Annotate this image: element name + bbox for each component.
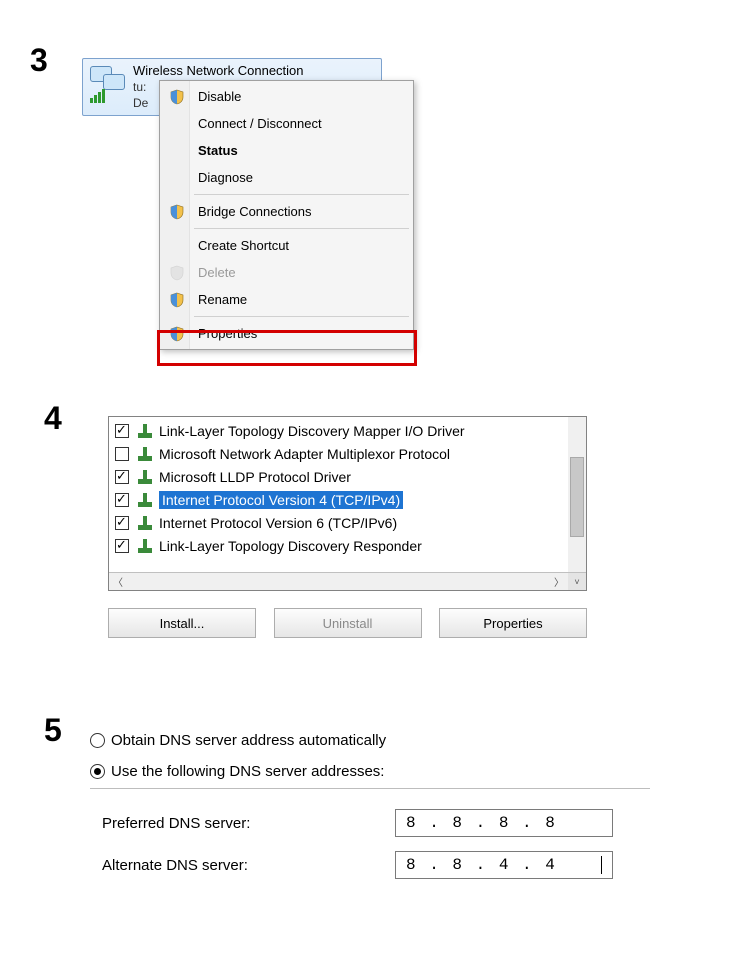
scroll-down-icon[interactable]: ˅: [568, 572, 586, 590]
menu-item-diagnose[interactable]: Diagnose: [162, 164, 411, 191]
menu-label: Create Shortcut: [198, 238, 289, 253]
shield-icon: [169, 265, 185, 281]
alternate-dns-input[interactable]: 8 . 8 . 4 . 4: [395, 851, 613, 879]
menu-label: Properties: [198, 326, 257, 341]
step-number-5: 5: [44, 712, 62, 749]
protocol-row[interactable]: Microsoft LLDP Protocol Driver: [109, 465, 586, 488]
menu-item-create-shortcut[interactable]: Create Shortcut: [162, 232, 411, 259]
menu-label: Disable: [198, 89, 241, 104]
vertical-scrollbar[interactable]: ˅: [568, 417, 586, 590]
protocol-checkbox[interactable]: [115, 539, 129, 553]
menu-label: Bridge Connections: [198, 204, 311, 219]
protocol-label: Microsoft Network Adapter Multiplexor Pr…: [159, 446, 450, 462]
protocol-icon: [137, 470, 153, 484]
shield-icon: [169, 326, 185, 342]
radio-use-following[interactable]: Use the following DNS server addresses:: [90, 763, 650, 780]
protocol-row[interactable]: Internet Protocol Version 4 (TCP/IPv4): [109, 488, 586, 511]
uninstall-button: Uninstall: [274, 608, 422, 638]
protocol-label: Microsoft LLDP Protocol Driver: [159, 469, 351, 485]
step-number-3: 3: [30, 42, 48, 79]
radio-label: Obtain DNS server address automatically: [111, 732, 386, 749]
protocol-label: Link-Layer Topology Discovery Mapper I/O…: [159, 423, 465, 439]
menu-item-status[interactable]: Status: [162, 137, 411, 164]
preferred-dns-label: Preferred DNS server:: [90, 815, 395, 832]
protocol-label: Link-Layer Topology Discovery Responder: [159, 538, 422, 554]
protocol-checkbox[interactable]: [115, 447, 129, 461]
shield-icon: [169, 292, 185, 308]
shield-icon: [169, 204, 185, 220]
menu-label: Rename: [198, 292, 247, 307]
menu-item-connect[interactable]: Connect / Disconnect: [162, 110, 411, 137]
protocol-checkbox[interactable]: [115, 470, 129, 484]
scroll-left-icon[interactable]: 〈: [109, 574, 127, 589]
protocol-icon: [137, 516, 153, 530]
connection-properties-panel: Link-Layer Topology Discovery Mapper I/O…: [78, 414, 643, 671]
protocols-listbox[interactable]: Link-Layer Topology Discovery Mapper I/O…: [108, 416, 587, 591]
protocol-checkbox[interactable]: [115, 493, 129, 507]
menu-separator: [194, 194, 409, 195]
protocol-checkbox[interactable]: [115, 424, 129, 438]
menu-label: Diagnose: [198, 170, 253, 185]
menu-separator: [194, 228, 409, 229]
protocol-label: Internet Protocol Version 4 (TCP/IPv4): [159, 491, 403, 509]
radio-label: Use the following DNS server addresses:: [111, 763, 384, 780]
menu-label: Delete: [198, 265, 236, 280]
menu-item-bridge[interactable]: Bridge Connections: [162, 198, 411, 225]
menu-separator: [194, 316, 409, 317]
protocol-row[interactable]: Link-Layer Topology Discovery Mapper I/O…: [109, 419, 586, 442]
horizontal-scrollbar[interactable]: 〈〉: [109, 572, 568, 590]
shield-icon: [169, 89, 185, 105]
menu-item-properties[interactable]: Properties: [162, 320, 411, 347]
protocol-icon: [137, 424, 153, 438]
protocol-row[interactable]: Microsoft Network Adapter Multiplexor Pr…: [109, 442, 586, 465]
protocol-icon: [137, 447, 153, 461]
radio-obtain-auto[interactable]: Obtain DNS server address automatically: [90, 732, 650, 749]
protocol-label: Internet Protocol Version 6 (TCP/IPv6): [159, 515, 397, 531]
menu-label: Connect / Disconnect: [198, 116, 322, 131]
context-menu: Disable Connect / Disconnect Status Diag…: [159, 80, 414, 350]
protocol-icon: [137, 493, 153, 507]
scrollbar-thumb[interactable]: [570, 457, 584, 537]
properties-button[interactable]: Properties: [439, 608, 587, 638]
adapter-title: Wireless Network Connection: [133, 63, 304, 79]
step-number-4: 4: [44, 400, 62, 437]
protocol-icon: [137, 539, 153, 553]
protocol-row[interactable]: Internet Protocol Version 6 (TCP/IPv6): [109, 511, 586, 534]
scroll-right-icon[interactable]: 〉: [550, 574, 568, 589]
menu-label: Status: [198, 143, 238, 158]
alternate-dns-label: Alternate DNS server:: [90, 857, 395, 874]
network-adapter-icon: [87, 63, 129, 105]
install-button[interactable]: Install...: [108, 608, 256, 638]
preferred-dns-input[interactable]: 8 . 8 . 8 . 8: [395, 809, 613, 837]
protocol-row[interactable]: Link-Layer Topology Discovery Responder: [109, 534, 586, 557]
menu-item-rename[interactable]: Rename: [162, 286, 411, 313]
menu-item-disable[interactable]: Disable: [162, 83, 411, 110]
radio-icon: [90, 733, 105, 748]
menu-item-delete: Delete: [162, 259, 411, 286]
dns-settings-panel: Obtain DNS server address automatically …: [90, 732, 650, 893]
protocol-checkbox[interactable]: [115, 516, 129, 530]
radio-icon: [90, 764, 105, 779]
